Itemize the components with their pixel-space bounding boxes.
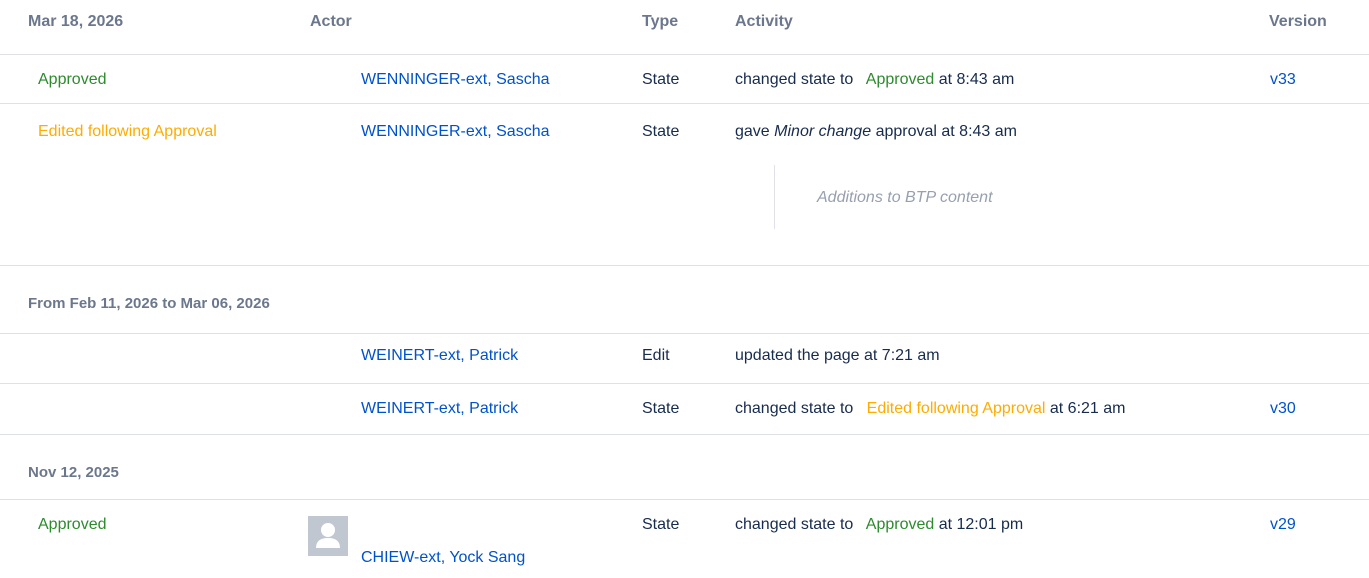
row-divider <box>0 333 1369 334</box>
group-divider <box>0 265 1369 266</box>
activity-prefix: changed state to <box>735 516 854 533</box>
activity-text: changed state to Approved at 12:01 pm <box>735 515 1023 535</box>
type-label: Edit <box>642 347 670 364</box>
actor-link[interactable]: WENNINGER-ext, Sascha <box>361 70 549 90</box>
actor-link[interactable]: WEINERT-ext, Patrick <box>361 346 518 366</box>
version-link[interactable]: v30 <box>1270 399 1296 419</box>
version-column-header: Version <box>1269 13 1327 30</box>
comment-quote-bar <box>774 165 775 229</box>
type-label: State <box>642 400 680 417</box>
activity-text: updated the page at 7:21 am <box>735 347 940 364</box>
row-divider <box>0 499 1369 500</box>
group-date-header: Mar 18, 2026 <box>28 13 124 30</box>
activity-suffix: at 8:43 am <box>938 71 1015 88</box>
group-date-header: Nov 12, 2025 <box>28 464 119 481</box>
row-divider <box>0 103 1369 104</box>
type-column-header: Type <box>642 13 679 30</box>
page-history-table: Mar 18, 2026 Actor Type Activity Version… <box>0 0 1369 578</box>
group-divider <box>0 434 1369 435</box>
state-label: Approved <box>38 71 107 88</box>
user-avatar-icon[interactable] <box>308 516 348 556</box>
approval-comment: Additions to BTP content <box>817 189 993 206</box>
type-label: State <box>642 71 680 88</box>
type-label: State <box>642 516 680 533</box>
actor-link[interactable]: WEINERT-ext, Patrick <box>361 399 518 419</box>
activity-text: gave Minor change approval at 8:43 am <box>735 122 1017 142</box>
activity-suffix: approval at 8:43 am <box>875 123 1017 140</box>
activity-state: Approved <box>865 516 935 533</box>
activity-text: changed state to Approved at 8:43 am <box>735 70 1014 90</box>
default-user-avatar-icon <box>308 516 348 556</box>
state-label: Edited following Approval <box>38 123 217 140</box>
activity-text: changed state to Edited following Approv… <box>735 399 1126 419</box>
actor-column-header: Actor <box>310 13 352 30</box>
activity-emphasis: Minor change <box>774 123 872 140</box>
type-label: State <box>642 123 680 140</box>
activity-state: Approved <box>865 71 935 88</box>
row-divider <box>0 54 1369 55</box>
version-link[interactable]: v33 <box>1270 70 1296 90</box>
state-label: Approved <box>38 516 107 533</box>
activity-prefix: gave <box>735 123 770 140</box>
activity-suffix: at 12:01 pm <box>938 516 1024 533</box>
activity-prefix: changed state to <box>735 71 854 88</box>
row-divider <box>0 383 1369 384</box>
group-date-range-header: From Feb 11, 2026 to Mar 06, 2026 <box>28 295 270 312</box>
actor-link[interactable]: CHIEW-ext, Yock Sang <box>361 548 525 568</box>
activity-prefix: changed state to <box>735 400 854 417</box>
activity-state: Edited following Approval <box>866 400 1046 417</box>
actor-link[interactable]: WENNINGER-ext, Sascha <box>361 122 549 142</box>
version-link[interactable]: v29 <box>1270 515 1296 535</box>
activity-column-header: Activity <box>735 13 793 30</box>
activity-suffix: at 6:21 am <box>1049 400 1126 417</box>
